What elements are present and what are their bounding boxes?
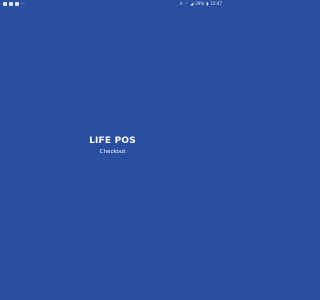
notification-icon [3, 2, 7, 6]
gallery-notification-icon [9, 2, 13, 6]
status-bar-notifications: ··· [3, 2, 25, 6]
status-clock: 15:47 [210, 1, 222, 6]
mute-icon: ✕ [179, 1, 183, 6]
app-title: LIFE POS [89, 136, 136, 146]
wifi-icon: ◠ [184, 1, 189, 6]
app-notification-icon [15, 2, 19, 6]
more-notifications-icon: ··· [21, 1, 25, 6]
signal-icon: ◢ [190, 1, 194, 6]
app-subtitle: Checkout [99, 149, 126, 155]
status-bar-system: ✕ ◠ ◢ 29% ▮ 15:47 [179, 2, 222, 6]
battery-level: 29% [195, 1, 205, 6]
splash-content: LIFE POS Checkout [0, 136, 225, 156]
status-bar: ··· ✕ ◠ ◢ 29% ▮ 15:47 [0, 0, 225, 8]
battery-icon: ▮ [206, 1, 209, 6]
